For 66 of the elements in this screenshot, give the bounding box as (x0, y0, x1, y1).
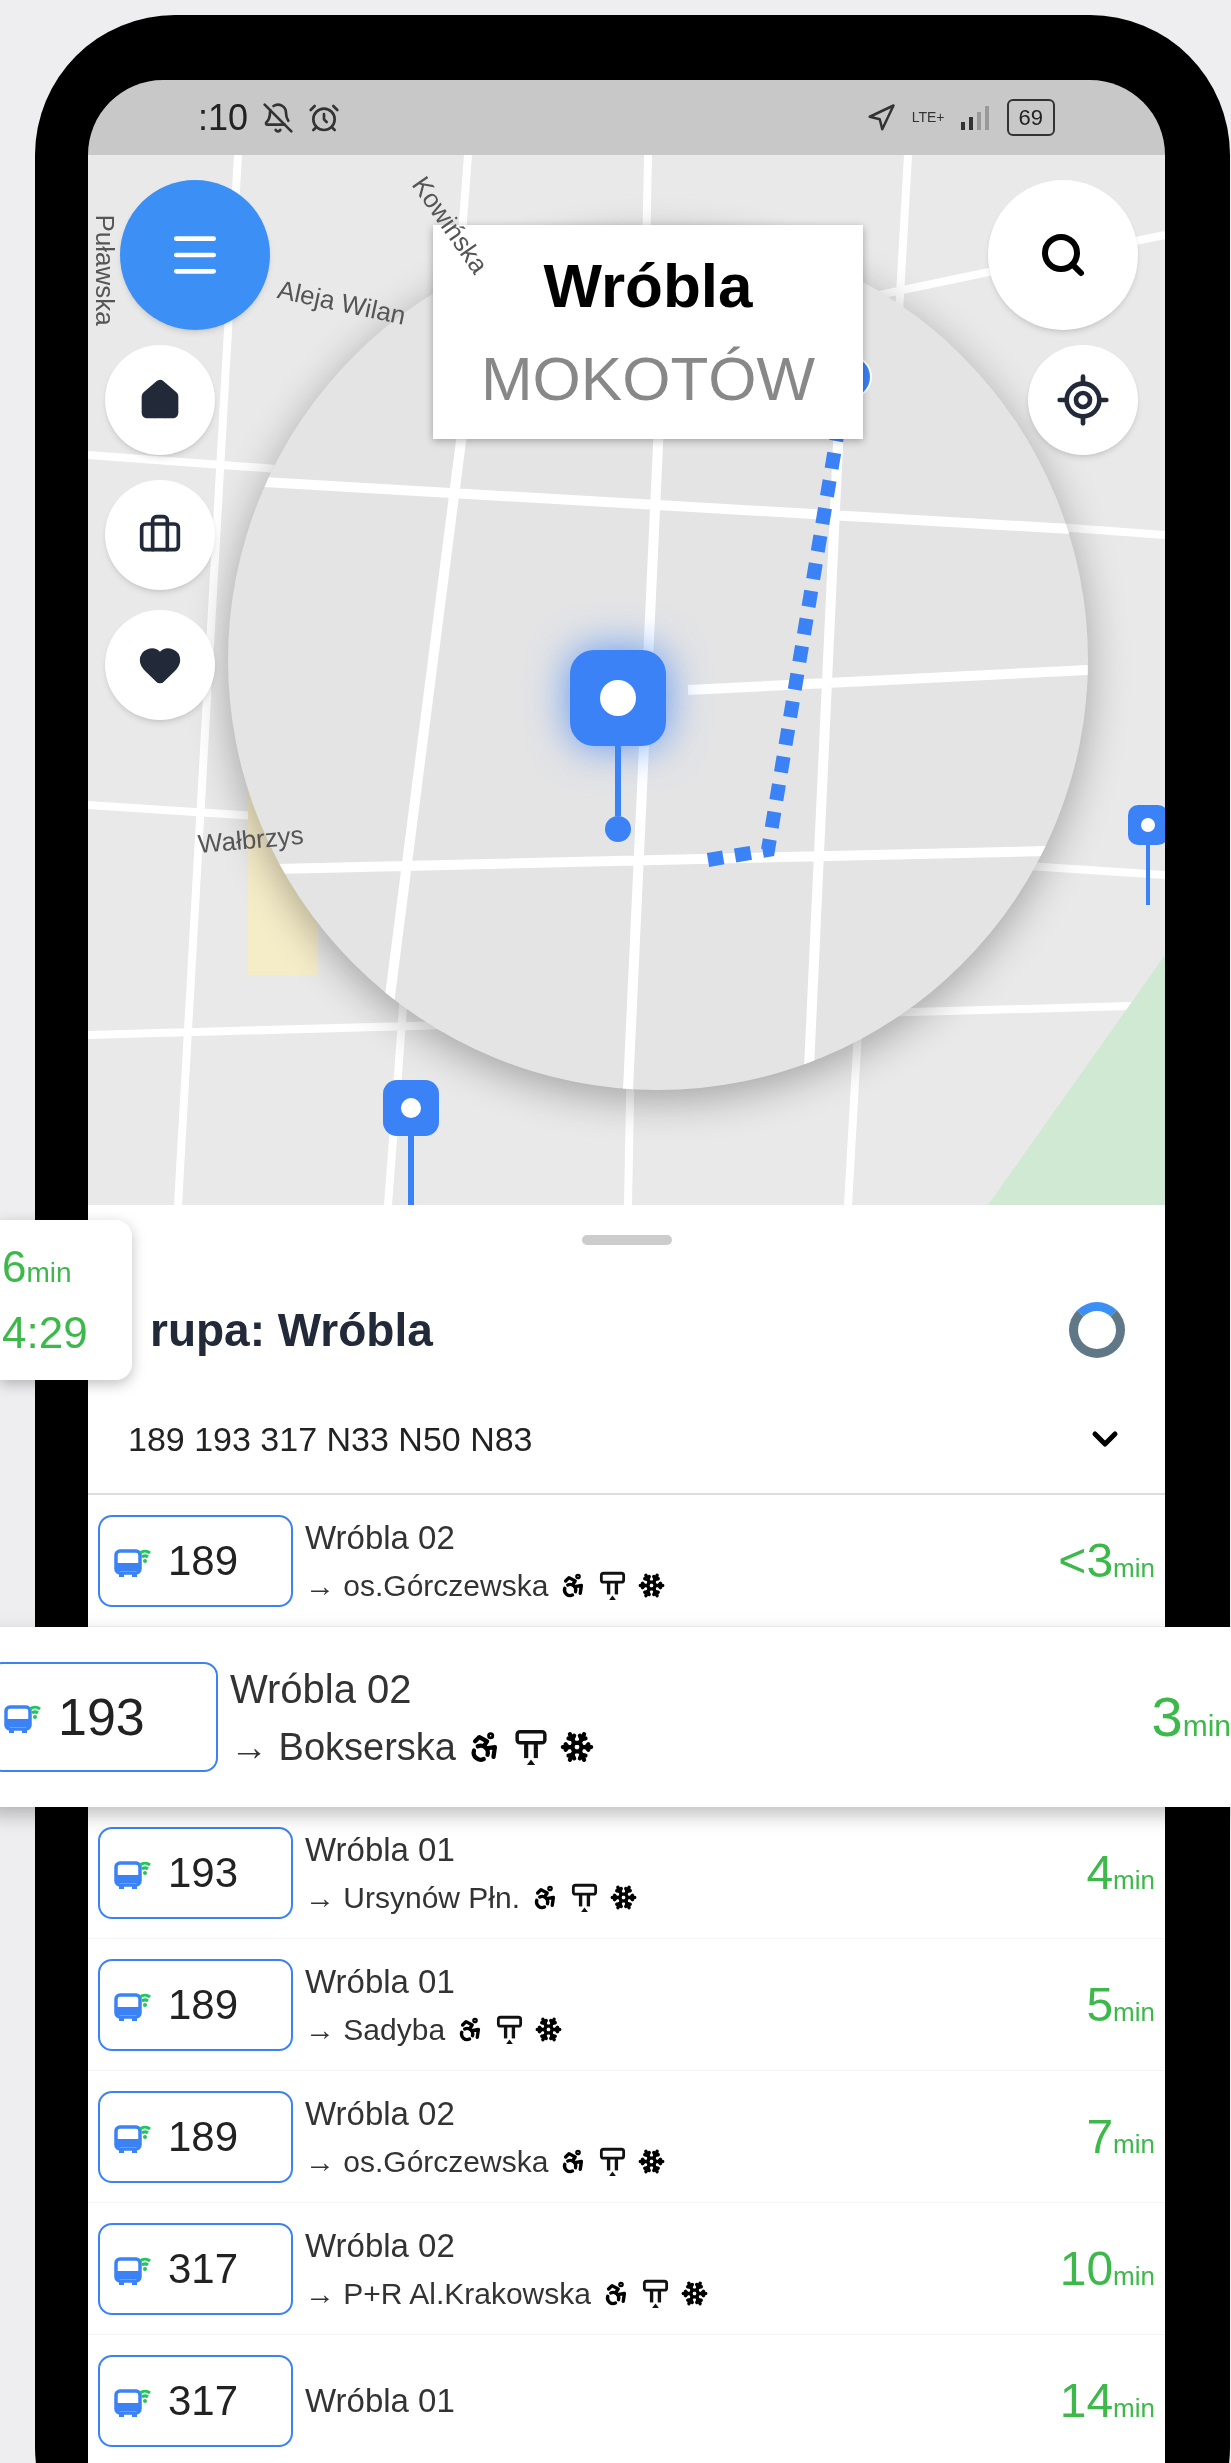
battery-level: 69 (1006, 99, 1055, 136)
callout-title: Wróbla (543, 250, 753, 322)
minutes-value: <3 (1058, 1532, 1114, 1589)
clock-text: :10 (198, 95, 249, 140)
minutes-value: 14 (1059, 2372, 1114, 2429)
snowflake-icon (638, 2147, 666, 2175)
departure-row[interactable]: 193 Wróbla 02 → Bokserska 3min (0, 1627, 1231, 1807)
group-title: rupa: Wróbla (150, 1302, 433, 1358)
line-number: 193 (58, 1687, 145, 1748)
line-number: 317 (168, 2244, 239, 2294)
minutes-unit: min (1113, 1995, 1155, 2029)
signal-icon (960, 105, 991, 130)
search-icon (1039, 231, 1087, 279)
ticket-machine-icon (599, 2146, 627, 2176)
stop-name: Wróbla 01 (305, 1830, 456, 1871)
direction-text: → Bokserska (230, 1724, 456, 1770)
minutes-unit: min (1113, 2127, 1155, 2161)
lines-list: 189 193 317 N33 N50 N83 (128, 1413, 533, 1465)
snowflake-icon (638, 1571, 666, 1599)
snowflake-icon (535, 2015, 563, 2043)
loading-spinner-icon (1069, 1302, 1125, 1358)
minutes-unit: min (1113, 1863, 1155, 1897)
ticket-machine-icon (513, 1729, 548, 1765)
stop-name: Wróbla 02 (305, 1518, 456, 1559)
line-number: 193 (168, 1848, 239, 1898)
line-number: 189 (168, 1536, 239, 1586)
direction-text: → Ursynów Płn. (305, 1879, 521, 1916)
stop-name: Wróbla 02 (230, 1665, 413, 1713)
stop-name: Wróbla 02 (305, 2094, 456, 2135)
stop-name: Wróbla 02 (305, 2226, 456, 2267)
minutes-unit: min (1113, 2259, 1155, 2293)
card-time: 4:29 (2, 1307, 89, 1359)
direction-text: → P+R Al.Krakowska (305, 2275, 591, 2312)
snowflake-icon (610, 1883, 638, 1911)
line-number: 317 (168, 2376, 239, 2426)
minutes-unit: min (1182, 1708, 1231, 1744)
ticket-machine-icon (599, 1570, 627, 1600)
snowflake-icon (559, 1730, 594, 1764)
drag-handle[interactable] (581, 1235, 672, 1245)
locate-icon (1055, 372, 1111, 428)
card-minutes: 6 (2, 1241, 27, 1293)
card-unit: min (26, 1256, 72, 1290)
snowflake-icon (680, 2279, 708, 2307)
callout-subtitle: MOKOTÓW (480, 343, 816, 415)
muted-bell-icon (262, 101, 295, 134)
ticket-machine-icon (496, 2014, 524, 2044)
line-number: 189 (168, 2112, 239, 2162)
stop-name: Wróbla 01 (305, 2380, 456, 2421)
direction-text: → Sadyba (305, 2011, 446, 2048)
minutes-unit: min (1113, 2391, 1155, 2425)
street-label: Wałbrzys (196, 818, 306, 861)
network-label: LTE+ (911, 108, 945, 127)
minutes-value: 4 (1086, 1844, 1114, 1901)
direction-text: → os.Górczewska (305, 2143, 549, 2180)
minutes-value: 5 (1086, 1976, 1114, 2033)
street-label: Aleja Wilan (274, 273, 410, 333)
line-number: 189 (168, 1980, 239, 2030)
stop-name: Wróbla 01 (305, 1962, 456, 2003)
minutes-value: 7 (1086, 2108, 1114, 2165)
minutes-value: 3 (1151, 1684, 1183, 1750)
street-label: Puławska (88, 214, 121, 326)
ticket-machine-icon (641, 2278, 669, 2308)
minutes-value: 10 (1059, 2240, 1114, 2297)
direction-text: → os.Górczewska (305, 1567, 549, 1604)
ticket-machine-icon (571, 1882, 599, 1912)
minutes-unit: min (1113, 1551, 1155, 1585)
